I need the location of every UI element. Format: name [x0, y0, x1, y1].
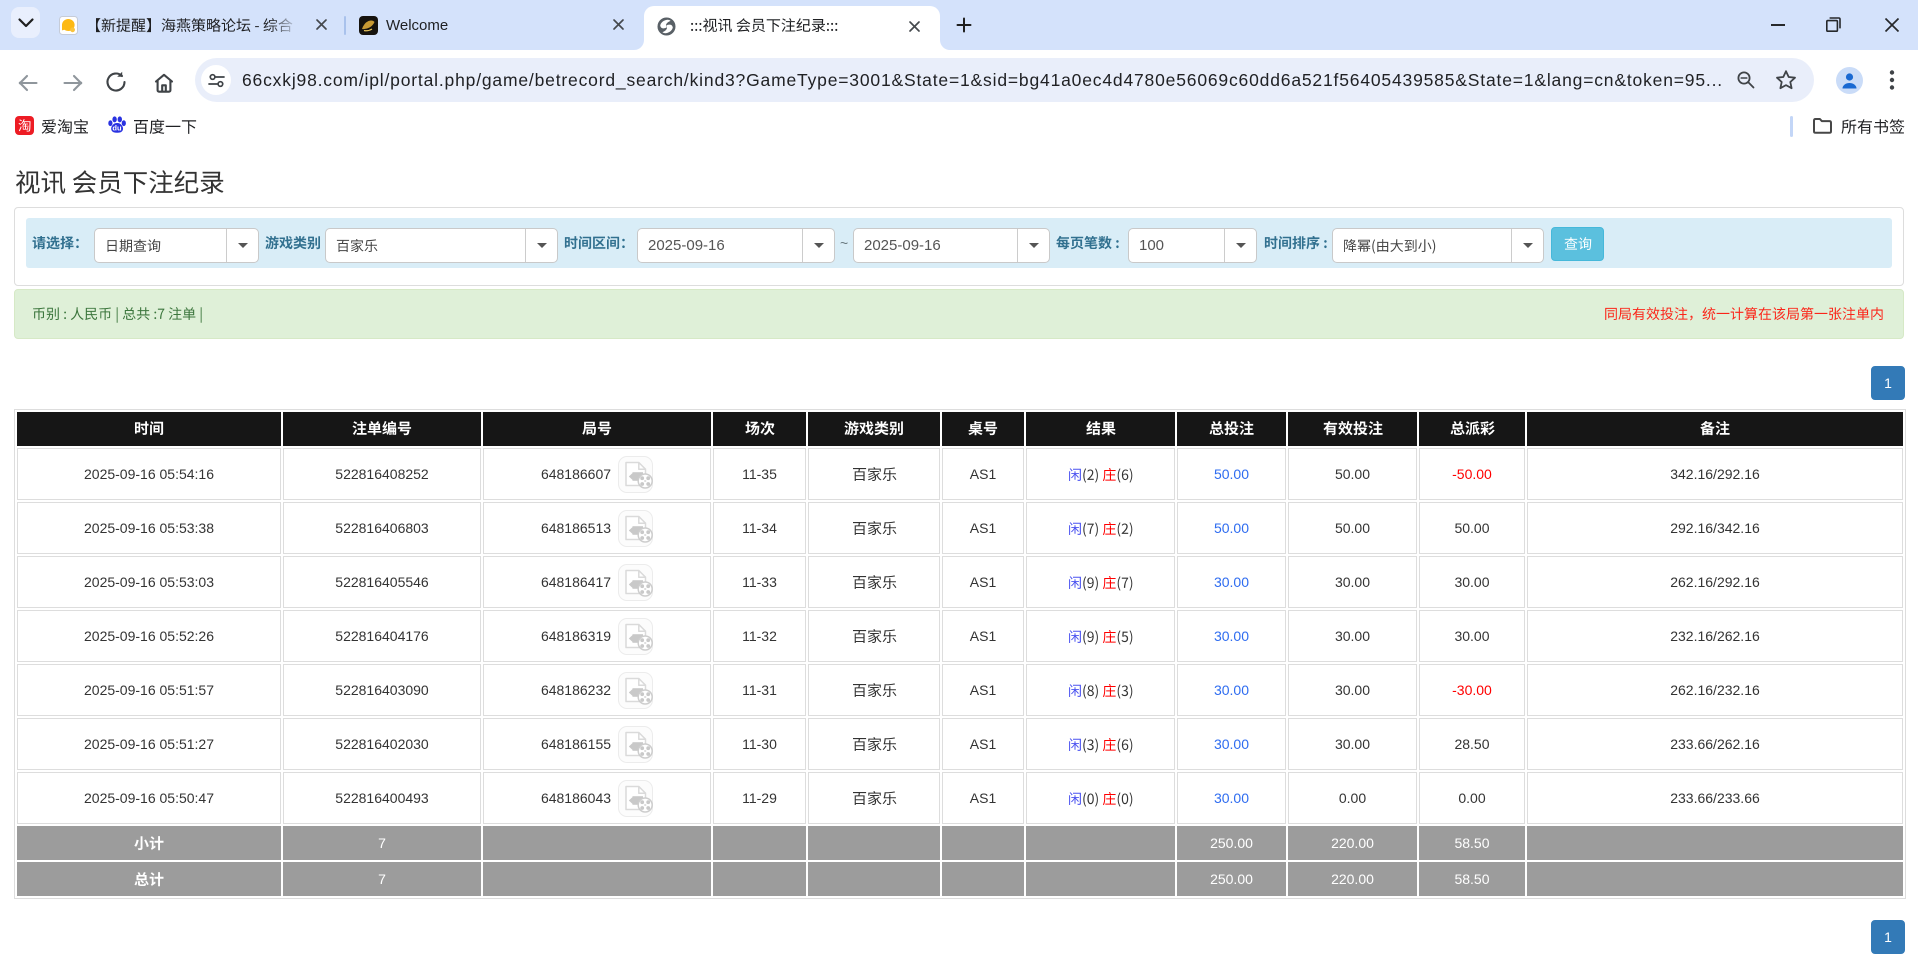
svg-text:du: du	[112, 124, 122, 133]
